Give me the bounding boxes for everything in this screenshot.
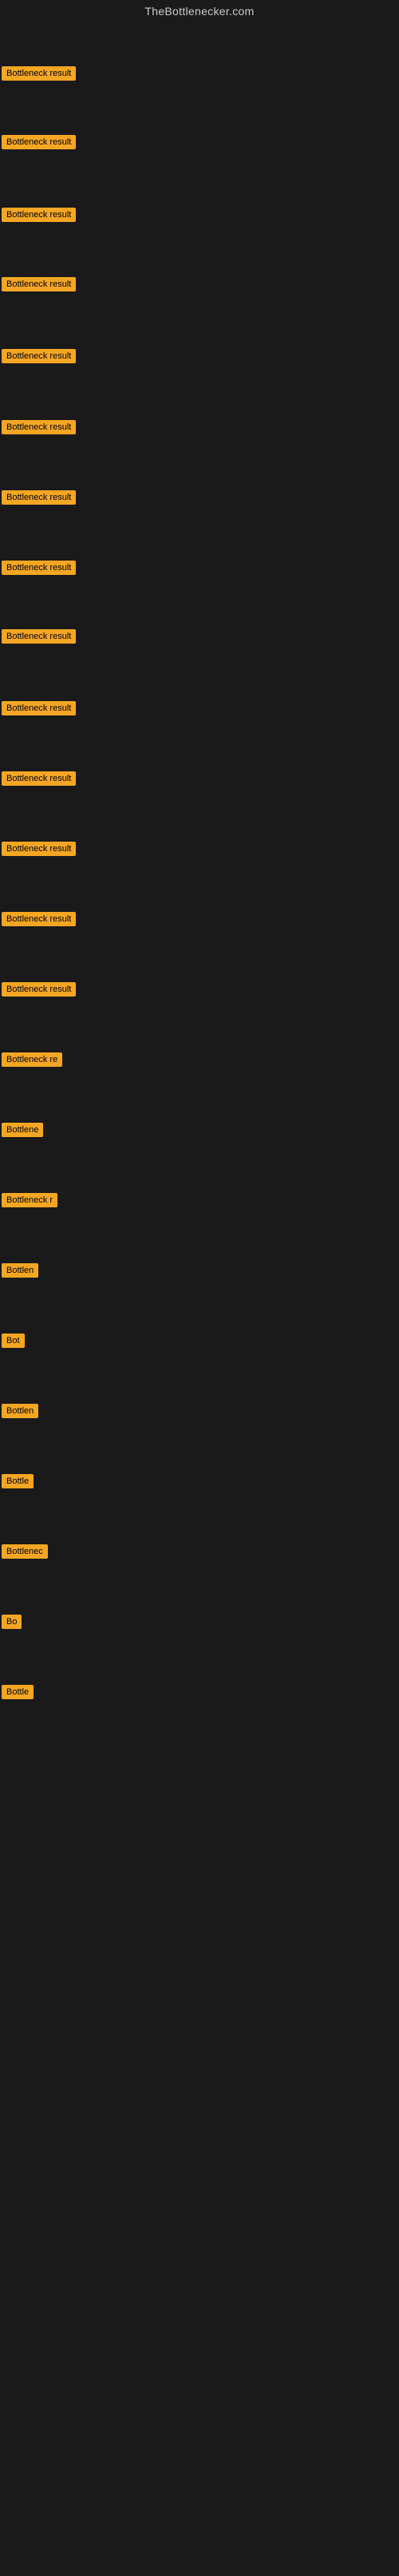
bottleneck-badge: Bottlenec: [2, 1544, 48, 1559]
bottleneck-badge: Bottleneck result: [2, 982, 76, 997]
bottleneck-item-13: Bottleneck result: [2, 912, 76, 930]
bottleneck-badge: Bottleneck result: [2, 135, 76, 149]
bottleneck-badge: Bottle: [2, 1685, 34, 1699]
bottleneck-item-11: Bottleneck result: [2, 771, 76, 790]
bottleneck-badge: Bottlen: [2, 1404, 38, 1418]
bottleneck-item-24: Bottle: [2, 1685, 34, 1703]
bottleneck-badge: Bottleneck result: [2, 701, 76, 715]
bottleneck-item-12: Bottleneck result: [2, 842, 76, 860]
bottleneck-item-15: Bottleneck re: [2, 1052, 62, 1071]
bottleneck-badge: Bottlene: [2, 1123, 43, 1137]
site-title: TheBottlenecker.com: [0, 0, 399, 21]
bottleneck-badge: Bottleneck result: [2, 420, 76, 434]
bottleneck-item-18: Bottlen: [2, 1263, 38, 1282]
bottleneck-item-22: Bottlenec: [2, 1544, 48, 1563]
bottleneck-item-8: Bottleneck result: [2, 561, 76, 579]
bottleneck-badge: Bottleneck r: [2, 1193, 57, 1207]
bottleneck-badge: Bottleneck result: [2, 842, 76, 856]
bottleneck-item-19: Bot: [2, 1334, 25, 1352]
bottleneck-badge: Bottle: [2, 1474, 34, 1488]
bottleneck-badge: Bottleneck result: [2, 629, 76, 644]
bottleneck-badge: Bottleneck re: [2, 1052, 62, 1067]
bottleneck-badge: Bottleneck result: [2, 208, 76, 222]
bottleneck-badge: Bottleneck result: [2, 912, 76, 926]
bottleneck-item-2: Bottleneck result: [2, 135, 76, 153]
bottleneck-list: Bottleneck result Bottleneck result Bottle…: [0, 21, 399, 2576]
bottleneck-badge: Bottleneck result: [2, 277, 76, 291]
bottleneck-item-6: Bottleneck result: [2, 420, 76, 438]
bottleneck-item-9: Bottleneck result: [2, 629, 76, 648]
bottleneck-badge: Bottleneck result: [2, 490, 76, 505]
bottleneck-item-14: Bottleneck result: [2, 982, 76, 1001]
bottleneck-item-21: Bottle: [2, 1474, 34, 1492]
bottleneck-badge: Bottleneck result: [2, 561, 76, 575]
bottleneck-badge: Bot: [2, 1334, 25, 1348]
site-title-container: TheBottlenecker.com: [0, 0, 399, 21]
bottleneck-badge: Bottleneck result: [2, 771, 76, 786]
bottleneck-item-7: Bottleneck result: [2, 490, 76, 509]
bottleneck-badge: Bottleneck result: [2, 349, 76, 363]
bottleneck-badge: Bottlen: [2, 1263, 38, 1278]
bottleneck-item-5: Bottleneck result: [2, 349, 76, 367]
bottleneck-item-20: Bottlen: [2, 1404, 38, 1422]
bottleneck-item-16: Bottlene: [2, 1123, 43, 1141]
bottleneck-item-17: Bottleneck r: [2, 1193, 57, 1211]
bottleneck-item-3: Bottleneck result: [2, 208, 76, 226]
bottleneck-item-23: Bo: [2, 1615, 22, 1633]
bottleneck-item-1: Bottleneck result: [2, 66, 76, 85]
bottleneck-badge: Bottleneck result: [2, 66, 76, 81]
bottleneck-badge: Bo: [2, 1615, 22, 1629]
bottleneck-item-4: Bottleneck result: [2, 277, 76, 295]
bottleneck-item-10: Bottleneck result: [2, 701, 76, 719]
